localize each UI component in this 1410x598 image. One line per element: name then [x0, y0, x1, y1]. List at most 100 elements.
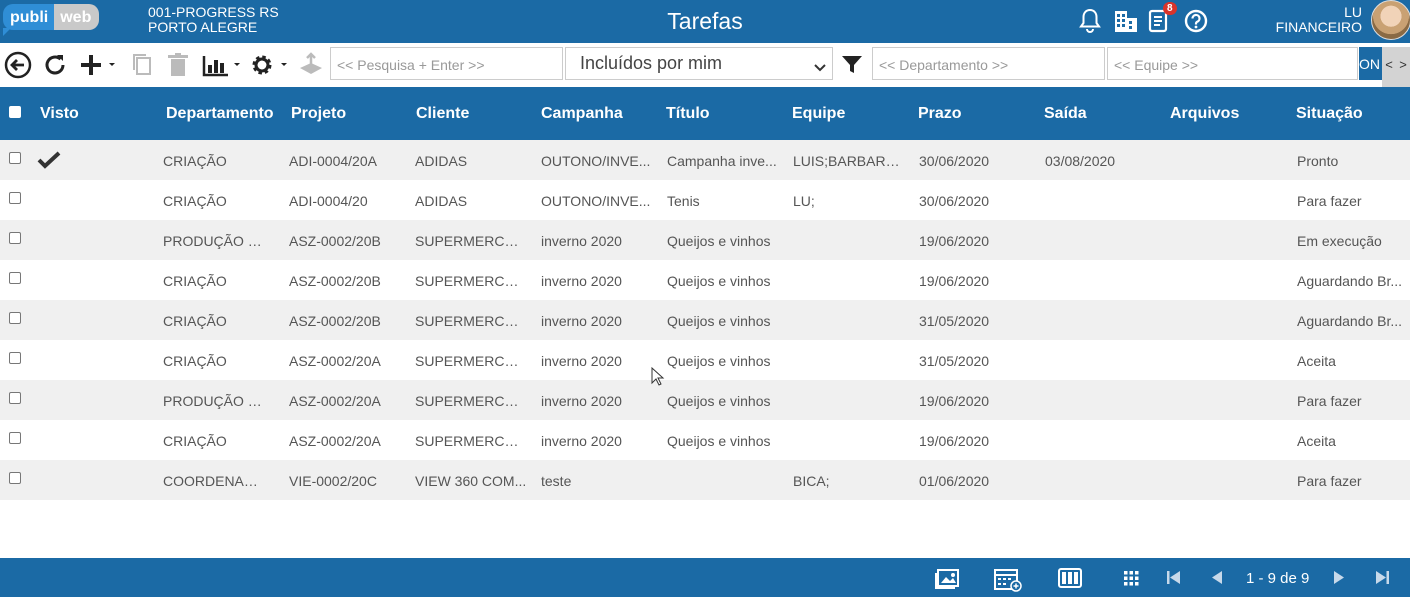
- row-checkbox[interactable]: [9, 272, 21, 284]
- ownership-filter-select[interactable]: Incluídos por mim: [565, 47, 833, 80]
- cell-titulo: Campanha inve...: [667, 153, 777, 169]
- cell-projeto: ADI-0004/20A: [289, 153, 377, 169]
- cell-cliente: SUPERMERCAD...: [415, 313, 527, 329]
- cell-situacao: Aguardando Br...: [1297, 273, 1403, 289]
- gear-icon[interactable]: [250, 50, 292, 80]
- cell-titulo: Queijos e vinhos: [667, 313, 771, 329]
- row-checkbox[interactable]: [9, 352, 21, 364]
- cell-titulo: Queijos e vinhos: [667, 233, 771, 249]
- cell-projeto: ASZ-0002/20A: [289, 393, 381, 409]
- cell-situacao: Aceita: [1297, 353, 1336, 369]
- select-all-checkbox[interactable]: [9, 106, 21, 118]
- cell-departamento: PRODUÇÃO G...: [163, 393, 268, 409]
- cell-cliente: SUPERMERCAD...: [415, 433, 527, 449]
- table-row[interactable]: CRIAÇÃO ASZ-0002/20B SUPERMERCAD... inverno…: [0, 300, 1410, 340]
- avatar[interactable]: [1371, 0, 1410, 40]
- cell-departamento: CRIAÇÃO: [163, 313, 227, 329]
- row-checkbox[interactable]: [9, 392, 21, 404]
- refresh-icon[interactable]: [42, 50, 68, 80]
- cell-prazo: 19/06/2020: [919, 233, 990, 249]
- cell-departamento: CRIAÇÃO: [163, 433, 227, 449]
- cell-situacao: Para fazer: [1297, 473, 1362, 489]
- upload-icon[interactable]: [297, 50, 325, 80]
- notes-icon[interactable]: 8: [1148, 2, 1177, 35]
- row-checkbox[interactable]: [9, 472, 21, 484]
- footer-bar: 1 - 9 de 9: [0, 558, 1410, 597]
- table-row[interactable]: COORDENAÇÃO VIE-0002/20C VIEW 360 COM... te…: [0, 460, 1410, 500]
- cell-cliente: SUPERMERCAD...: [415, 393, 527, 409]
- filter-icon[interactable]: [840, 50, 864, 80]
- seen-check-icon: [37, 150, 61, 173]
- table-row[interactable]: CRIAÇÃO ADI-0004/20A ADIDAS OUTONO/INVE... C…: [0, 140, 1410, 180]
- table-row[interactable]: PRODUÇÃO G... ASZ-0002/20A SUPERMERCAD... i…: [0, 380, 1410, 420]
- cell-campanha: inverno 2020: [541, 313, 622, 329]
- search-input[interactable]: << Pesquisa + Enter >>: [330, 47, 563, 80]
- table-row[interactable]: CRIAÇÃO ASZ-0002/20A SUPERMERCAD... inverno…: [0, 340, 1410, 380]
- table-row[interactable]: CRIAÇÃO ASZ-0002/20B SUPERMERCAD... inverno…: [0, 260, 1410, 300]
- mouse-cursor-icon: [651, 366, 665, 392]
- cell-departamento: PRODUÇÃO G...: [163, 233, 268, 249]
- cell-cliente: SUPERMERCAD...: [415, 273, 527, 289]
- table-row[interactable]: CRIAÇÃO ADI-0004/20 ADIDAS OUTONO/INVE... Te…: [0, 180, 1410, 220]
- on-button[interactable]: ON: [1359, 47, 1383, 80]
- cell-equipe: LU;: [793, 193, 815, 209]
- department-filter-input[interactable]: << Departamento >>: [872, 47, 1105, 80]
- last-page-icon[interactable]: [1374, 570, 1390, 590]
- cell-equipe: LUIS;BARBARA;...: [793, 153, 905, 169]
- table-row[interactable]: PRODUÇÃO G... ASZ-0002/20B SUPERMERCAD... i…: [0, 220, 1410, 260]
- columns-icon[interactable]: [1058, 568, 1082, 593]
- row-checkbox[interactable]: [9, 192, 21, 204]
- scroll-left-button[interactable]: <: [1385, 57, 1393, 87]
- column-header-visto[interactable]: Visto: [40, 105, 79, 123]
- toolbar: << Pesquisa + Enter >> Incluídos por mim…: [0, 43, 1410, 87]
- cell-projeto: ASZ-0002/20B: [289, 273, 381, 289]
- row-checkbox[interactable]: [9, 152, 21, 164]
- cell-projeto: ASZ-0002/20B: [289, 313, 381, 329]
- column-header-projeto[interactable]: Projeto: [291, 105, 346, 123]
- user-info[interactable]: LU FINANCEIRO: [1276, 5, 1362, 35]
- next-page-icon[interactable]: [1332, 570, 1346, 590]
- column-header-cliente[interactable]: Cliente: [416, 105, 469, 123]
- back-circle-icon[interactable]: [4, 50, 32, 80]
- buildings-icon[interactable]: [1113, 8, 1140, 35]
- cell-projeto: ASZ-0002/20A: [289, 353, 381, 369]
- bell-icon[interactable]: [1078, 8, 1105, 35]
- cell-campanha: inverno 2020: [541, 353, 622, 369]
- row-checkbox[interactable]: [9, 312, 21, 324]
- scroll-right-button[interactable]: >: [1399, 57, 1407, 87]
- calendar-add-icon[interactable]: [993, 567, 1023, 598]
- table-row[interactable]: CRIAÇÃO ASZ-0002/20A SUPERMERCAD... inverno…: [0, 420, 1410, 460]
- column-header-campanha[interactable]: Campanha: [541, 105, 623, 123]
- cell-titulo: Queijos e vinhos: [667, 433, 771, 449]
- column-header-situacao[interactable]: Situação: [1296, 105, 1363, 123]
- cell-campanha: OUTONO/INVE...: [541, 193, 651, 209]
- notifications-badge: 8: [1163, 2, 1177, 15]
- copy-icon[interactable]: [131, 50, 153, 80]
- grid-icon[interactable]: [1124, 571, 1139, 591]
- column-header-arquivos[interactable]: Arquivos: [1170, 105, 1239, 123]
- column-header-prazo[interactable]: Prazo: [918, 105, 962, 123]
- column-header-equipe[interactable]: Equipe: [792, 105, 845, 123]
- team-filter-input[interactable]: << Equipe >>: [1107, 47, 1358, 80]
- column-header-departamento[interactable]: Departamento: [166, 105, 274, 123]
- cell-campanha: inverno 2020: [541, 433, 622, 449]
- column-header-titulo[interactable]: Título: [666, 105, 710, 123]
- column-header-saida[interactable]: Saída: [1044, 105, 1087, 123]
- table-header: Visto Departamento Projeto Cliente Campa…: [0, 87, 1410, 140]
- cell-projeto: VIE-0002/20C: [289, 473, 377, 489]
- add-icon[interactable]: [79, 50, 119, 80]
- cell-departamento: CRIAÇÃO: [163, 353, 227, 369]
- gallery-icon[interactable]: [934, 568, 960, 595]
- first-page-icon[interactable]: [1166, 570, 1182, 590]
- row-checkbox[interactable]: [9, 432, 21, 444]
- chart-icon[interactable]: [202, 50, 244, 80]
- pager-status: 1 - 9 de 9: [1246, 570, 1310, 587]
- toolbar-scroller[interactable]: < >: [1382, 47, 1410, 87]
- help-icon[interactable]: [1183, 8, 1210, 35]
- cell-prazo: 30/06/2020: [919, 193, 990, 209]
- trash-icon[interactable]: [166, 50, 190, 80]
- row-checkbox[interactable]: [9, 232, 21, 244]
- cell-situacao: Aguardando Br...: [1297, 313, 1403, 329]
- prev-page-icon[interactable]: [1210, 570, 1224, 590]
- cell-titulo: Queijos e vinhos: [667, 353, 771, 369]
